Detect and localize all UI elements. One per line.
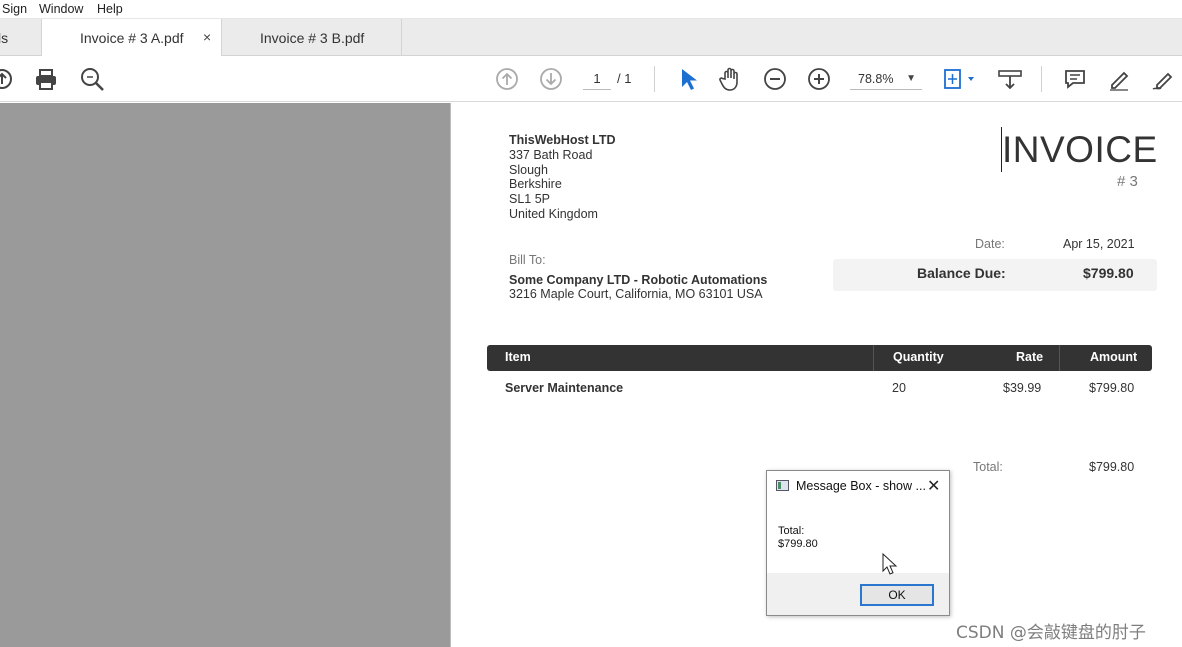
date-value: Apr 15, 2021 [1063, 237, 1135, 251]
app-window-icon [776, 480, 789, 491]
toolbar-divider [654, 66, 655, 92]
ok-button[interactable]: OK [860, 584, 934, 606]
invoice-title: INVOICE [1002, 129, 1158, 170]
scroll-mode-icon[interactable] [996, 65, 1024, 93]
select-arrow-icon[interactable] [673, 65, 701, 93]
tab-bar: ls Invoice # 3 A.pdf × Invoice # 3 B.pdf [0, 19, 1182, 57]
close-icon[interactable]: ✕ [927, 476, 940, 496]
page-total: / 1 [617, 71, 632, 86]
seller-address-line: United Kingdom [509, 207, 598, 221]
hand-icon[interactable] [717, 65, 745, 93]
tab-invoice-b[interactable]: Invoice # 3 B.pdf [222, 19, 402, 56]
total-label: Total: [973, 460, 1003, 474]
row-amount: $799.80 [1089, 381, 1135, 395]
tab-tools-label: ls [0, 30, 9, 46]
menu-sign[interactable]: Sign [2, 2, 27, 16]
client-address: 3216 Maple Court, California, MO 63101 U… [509, 287, 763, 301]
page-number-input[interactable]: 1 [583, 68, 611, 90]
date-label: Date: [975, 237, 1005, 251]
toolbar-divider [1041, 66, 1042, 92]
balance-label: Balance Due: [917, 265, 1006, 281]
client-name: Some Company LTD - Robotic Automations [509, 273, 768, 287]
bill-to-label: Bill To: [509, 253, 546, 267]
balance-value: $799.80 [1083, 265, 1134, 281]
header-item: Item [505, 350, 531, 364]
tab-close-icon[interactable]: × [203, 29, 211, 45]
header-quantity: Quantity [893, 350, 944, 364]
zoom-out-icon[interactable] [761, 65, 789, 93]
tab-invoice-a-label: Invoice # 3 A.pdf [80, 30, 184, 46]
seller-address-line: Slough [509, 163, 548, 177]
seller-address-line: Berkshire [509, 177, 562, 191]
header-rate: Rate [1016, 350, 1044, 364]
print-icon[interactable] [32, 65, 60, 93]
header-divider [1059, 345, 1060, 371]
row-item: Server Maintenance [505, 381, 624, 395]
menu-window[interactable]: Window [39, 2, 83, 16]
toolbar: 1 / 1 78.8% ▼ [0, 56, 1182, 102]
invoice-number: # 3 [1117, 173, 1138, 190]
row-quantity: 20 [892, 381, 906, 395]
navigation-pane [0, 103, 450, 647]
fit-page-icon[interactable] [940, 65, 980, 93]
menu-bar: Sign Window Help [0, 0, 1182, 19]
row-rate: $39.99 [1003, 381, 1042, 395]
tab-invoice-a[interactable]: Invoice # 3 A.pdf × [42, 19, 222, 57]
seller-address-line: 337 Bath Road [509, 148, 593, 162]
header-amount: Amount [1090, 350, 1138, 364]
tab-invoice-b-label: Invoice # 3 B.pdf [260, 30, 365, 46]
zoom-level-value: 78.8% [858, 72, 894, 86]
tab-tools[interactable]: ls [0, 19, 42, 56]
menu-help[interactable]: Help [97, 2, 123, 16]
search-zoom-icon[interactable] [78, 65, 106, 93]
dialog-title: Message Box - show ... [796, 479, 926, 493]
dialog-titlebar[interactable]: Message Box - show ... ✕ [767, 471, 949, 501]
zoom-in-icon[interactable] [805, 65, 833, 93]
message-box-dialog: Message Box - show ... ✕ Total: $799.80 … [766, 470, 950, 616]
mouse-pointer-icon [882, 553, 898, 575]
highlight-pen-icon[interactable] [1105, 65, 1133, 93]
page-down-icon[interactable] [537, 65, 565, 93]
chevron-down-icon: ▼ [906, 73, 916, 84]
dialog-message: Total: $799.80 [778, 525, 818, 550]
seller-address-line: SL1 5P [509, 192, 551, 206]
dialog-body: Total: $799.80 [767, 501, 949, 573]
sign-icon[interactable] [1149, 65, 1177, 93]
zoom-level-select[interactable]: 78.8% ▼ [850, 68, 922, 90]
seller-name: ThisWebHost LTD [509, 133, 616, 147]
comment-icon[interactable] [1061, 65, 1089, 93]
upload-icon[interactable] [0, 65, 16, 93]
watermark: CSDN @会敲键盘的肘子 [956, 623, 1146, 643]
header-divider [873, 345, 874, 371]
page-up-icon[interactable] [493, 65, 521, 93]
total-value: $799.80 [1089, 460, 1135, 474]
items-table-header: Item Quantity Rate Amount [487, 345, 1152, 371]
